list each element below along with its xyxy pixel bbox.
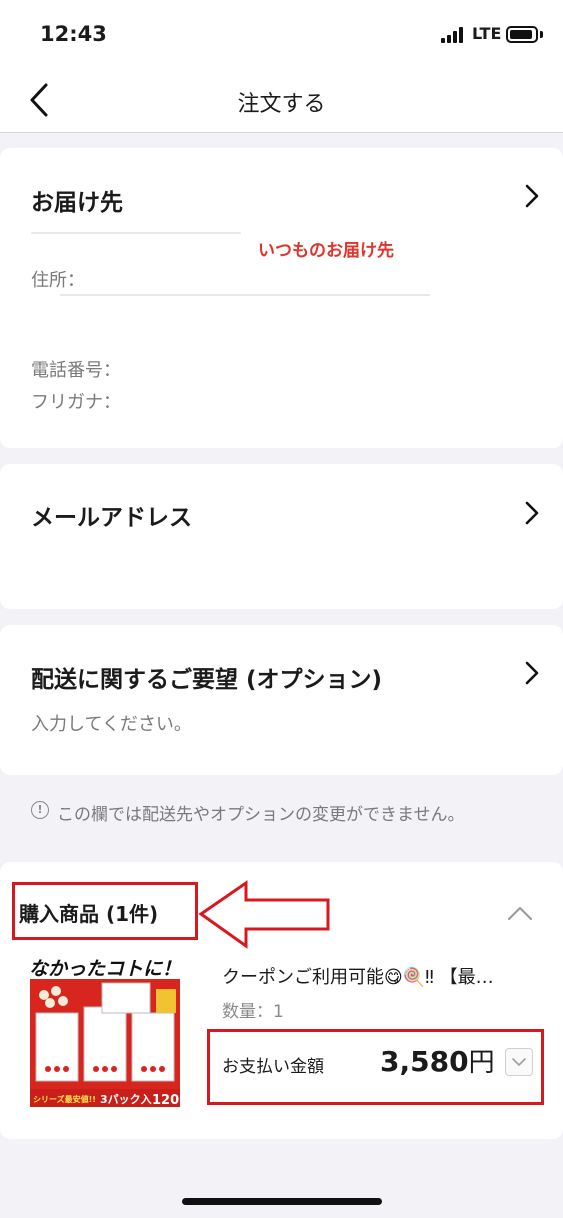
product-quantity: 数量：1	[222, 1002, 284, 1022]
email-card[interactable]: メールアドレス	[0, 464, 563, 609]
chevron-right-icon[interactable]	[522, 659, 542, 687]
arrow-left-icon	[198, 880, 330, 949]
payment-amount: 3,580円	[380, 1042, 495, 1079]
chevron-right-icon[interactable]	[522, 182, 542, 210]
status-bar: 12:43 LTE	[0, 0, 563, 66]
payment-detail-toggle[interactable]	[505, 1048, 533, 1076]
purchase-title: 購入商品 (1件)	[19, 902, 159, 926]
battery-tip	[540, 31, 543, 38]
redacted-address	[60, 294, 430, 296]
network-type: LTE	[472, 24, 502, 43]
thumbnail-count: 120	[152, 1093, 179, 1107]
delivery-title: お届け先	[31, 190, 123, 216]
product-name[interactable]: クーポンご利用可能😋🍭‼ 【最…	[222, 963, 532, 989]
notice-bar: ! この欄では配送先やオプションの変更ができません。	[0, 778, 563, 846]
email-title: メールアドレス	[31, 505, 192, 531]
delivery-card[interactable]: お届け先 いつものお届け先 住所： 電話番号： フリガナ：	[0, 148, 563, 448]
nav-bar: 注文する	[0, 66, 563, 133]
home-indicator[interactable]	[182, 1198, 382, 1205]
signal-icon	[441, 27, 463, 43]
thumbnail-banner: シリーズ最安値!!	[33, 1094, 96, 1104]
purchase-card: 購入商品 (1件) なかったコトに！ シリーズ最安値!! 3パック入 120 ク…	[0, 862, 563, 1139]
redacted-name	[31, 232, 241, 234]
collapse-chevron-icon[interactable]	[506, 904, 534, 922]
thumbnail-headline: なかったコトに！	[30, 958, 180, 980]
notice-text: この欄では配送先やオプションの変更ができません。	[57, 805, 465, 825]
product-thumbnail[interactable]: なかったコトに！ シリーズ最安値!! 3パック入 120	[30, 957, 180, 1107]
payment-currency: 円	[468, 1048, 495, 1078]
delivery-request-placeholder[interactable]: 入力してください。	[31, 710, 192, 736]
status-time: 12:43	[40, 22, 107, 46]
payment-value: 3,580	[380, 1045, 469, 1078]
chevron-down-icon	[512, 1058, 526, 1066]
info-icon: !	[31, 801, 49, 819]
chevron-right-icon[interactable]	[522, 499, 542, 527]
default-address-tag: いつものお届け先	[258, 241, 394, 261]
delivery-request-card[interactable]: 配送に関するご要望 (オプション) 入力してください。	[0, 625, 563, 775]
delivery-request-title: 配送に関するご要望 (オプション)	[31, 667, 383, 693]
thumbnail-pack: 3パック入	[100, 1093, 152, 1106]
page-title: 注文する	[237, 92, 326, 117]
payment-label: お支払い金額	[222, 1057, 324, 1077]
battery-icon	[506, 26, 538, 43]
phone-label: 電話番号：	[31, 360, 121, 381]
address-label: 住所：	[31, 270, 85, 291]
furigana-label: フリガナ：	[31, 392, 121, 413]
